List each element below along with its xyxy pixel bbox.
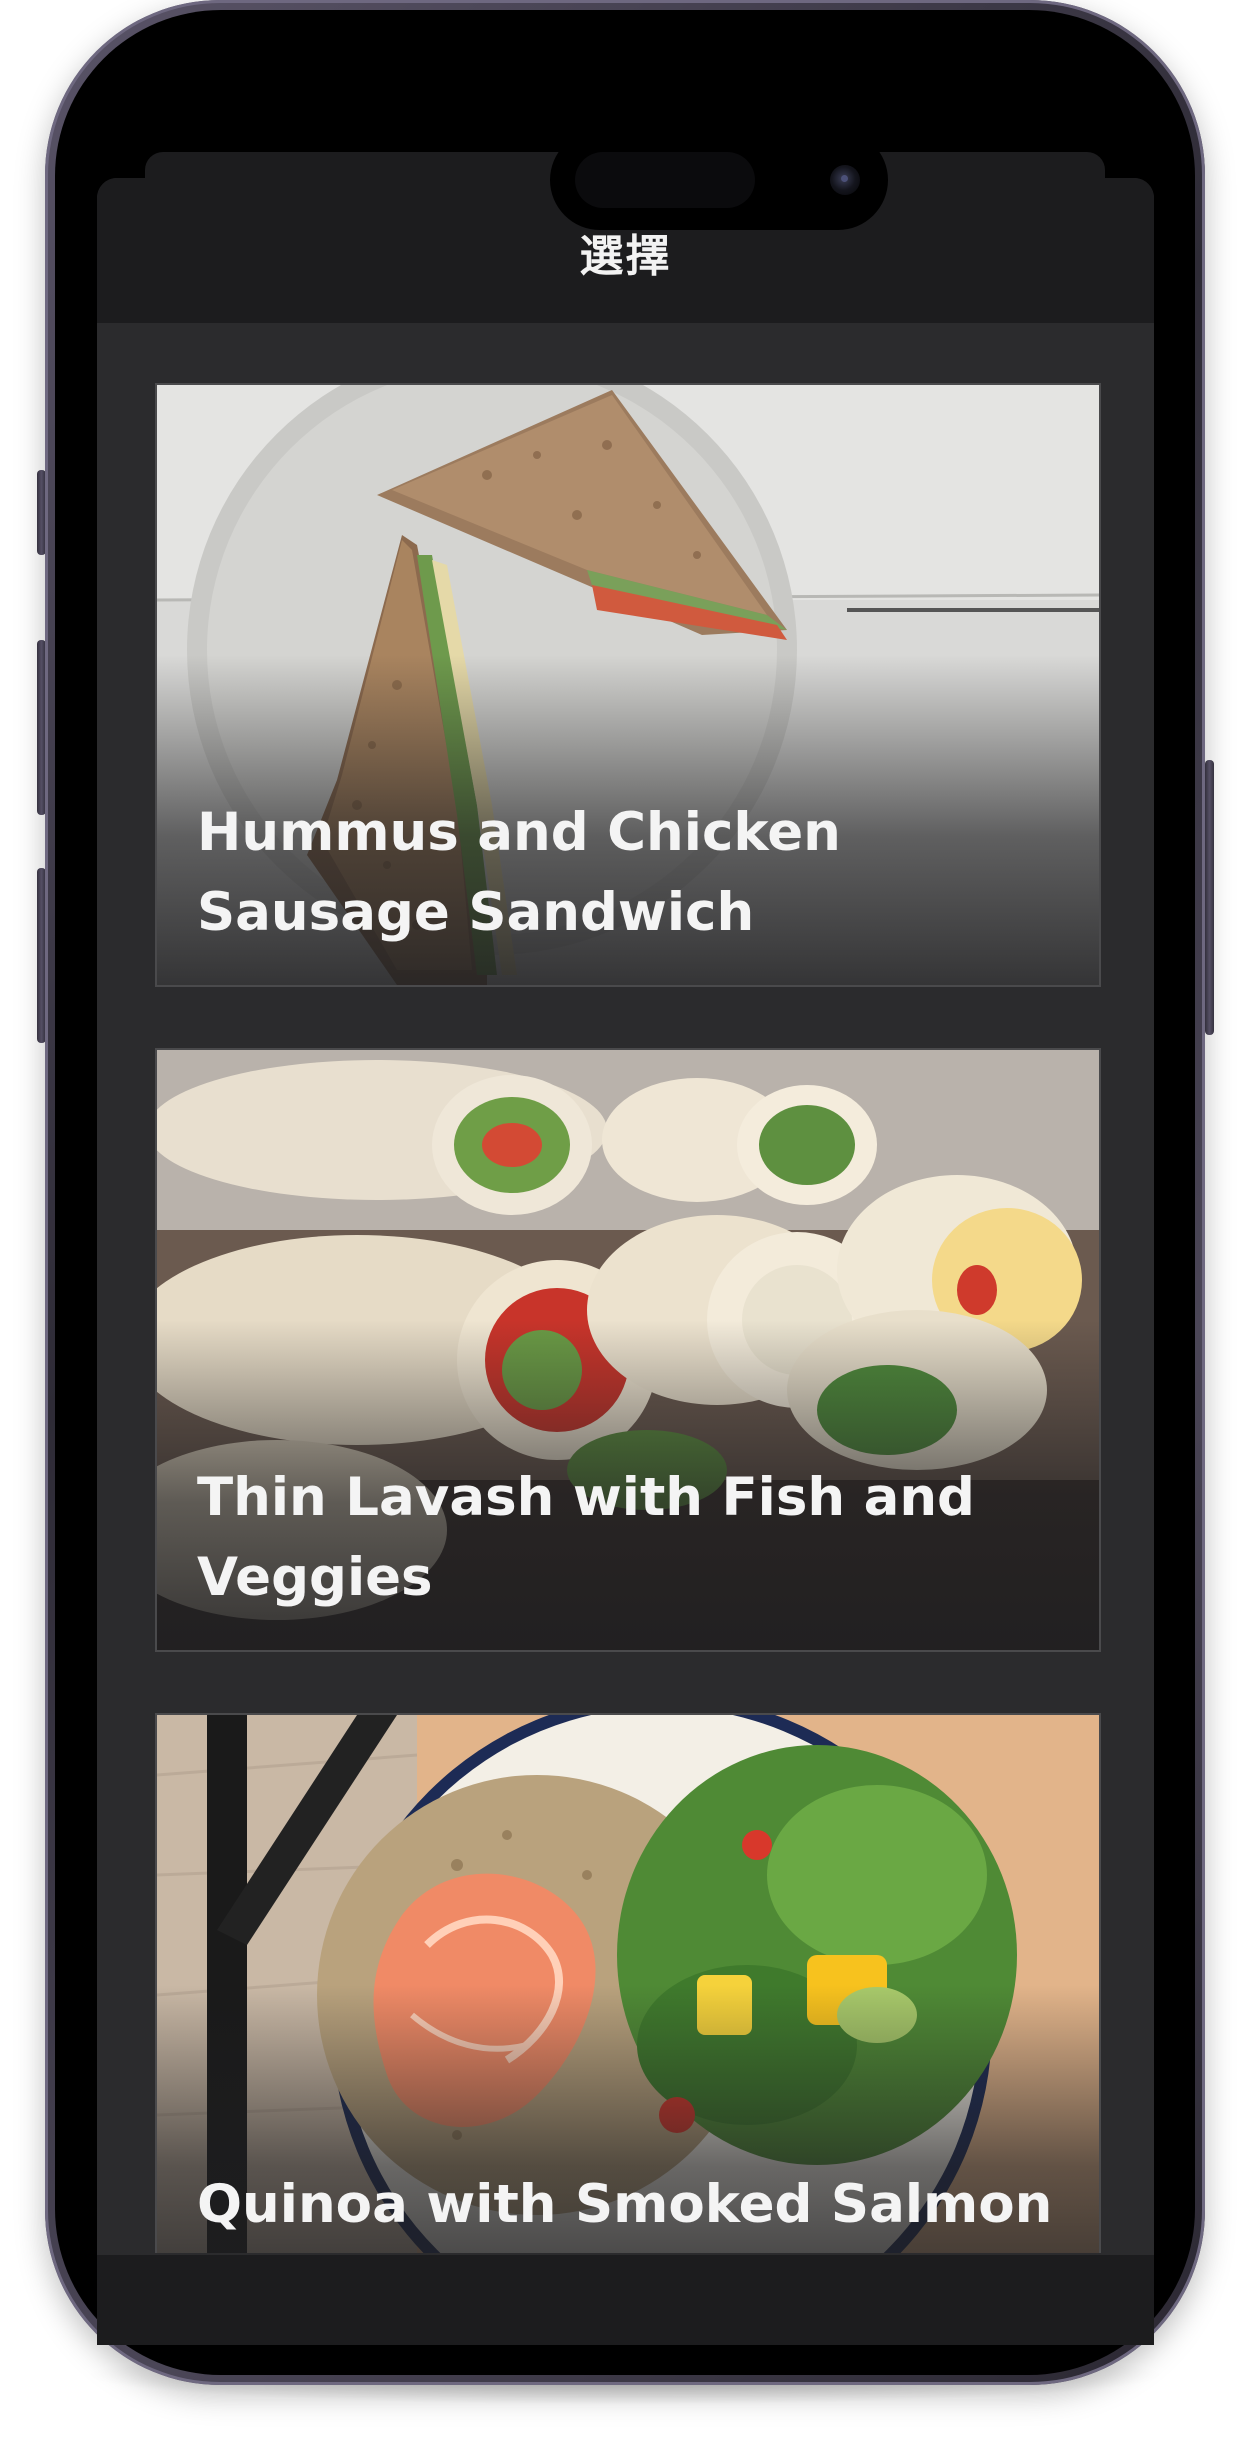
front-camera-icon [830, 165, 860, 195]
recipe-picker-sheet: 選擇 Hummus and Chicken Sausage Sandwich T… [97, 178, 1154, 2303]
dynamic-island [550, 130, 888, 230]
recipe-card[interactable]: Quinoa with Smoked Salmon and Salad [155, 1713, 1101, 2253]
recipe-title: Thin Lavash with Fish and Veggies [197, 1467, 975, 1608]
recipe-card[interactable]: Thin Lavash with Fish and Veggies [155, 1048, 1101, 1652]
recipe-title: Hummus and Chicken Sausage Sandwich [197, 802, 841, 943]
recipe-list[interactable]: Hummus and Chicken Sausage Sandwich Thin… [97, 323, 1154, 2253]
device-mockup: 選擇 Hummus and Chicken Sausage Sandwich T… [0, 0, 1253, 2464]
recipe-card[interactable]: Hummus and Chicken Sausage Sandwich [155, 383, 1101, 987]
power-button [1205, 760, 1214, 1035]
recipe-title: Quinoa with Smoked Salmon and Salad [197, 2174, 1053, 2235]
home-indicator-area [97, 2255, 1154, 2345]
island-sensor [575, 152, 755, 208]
